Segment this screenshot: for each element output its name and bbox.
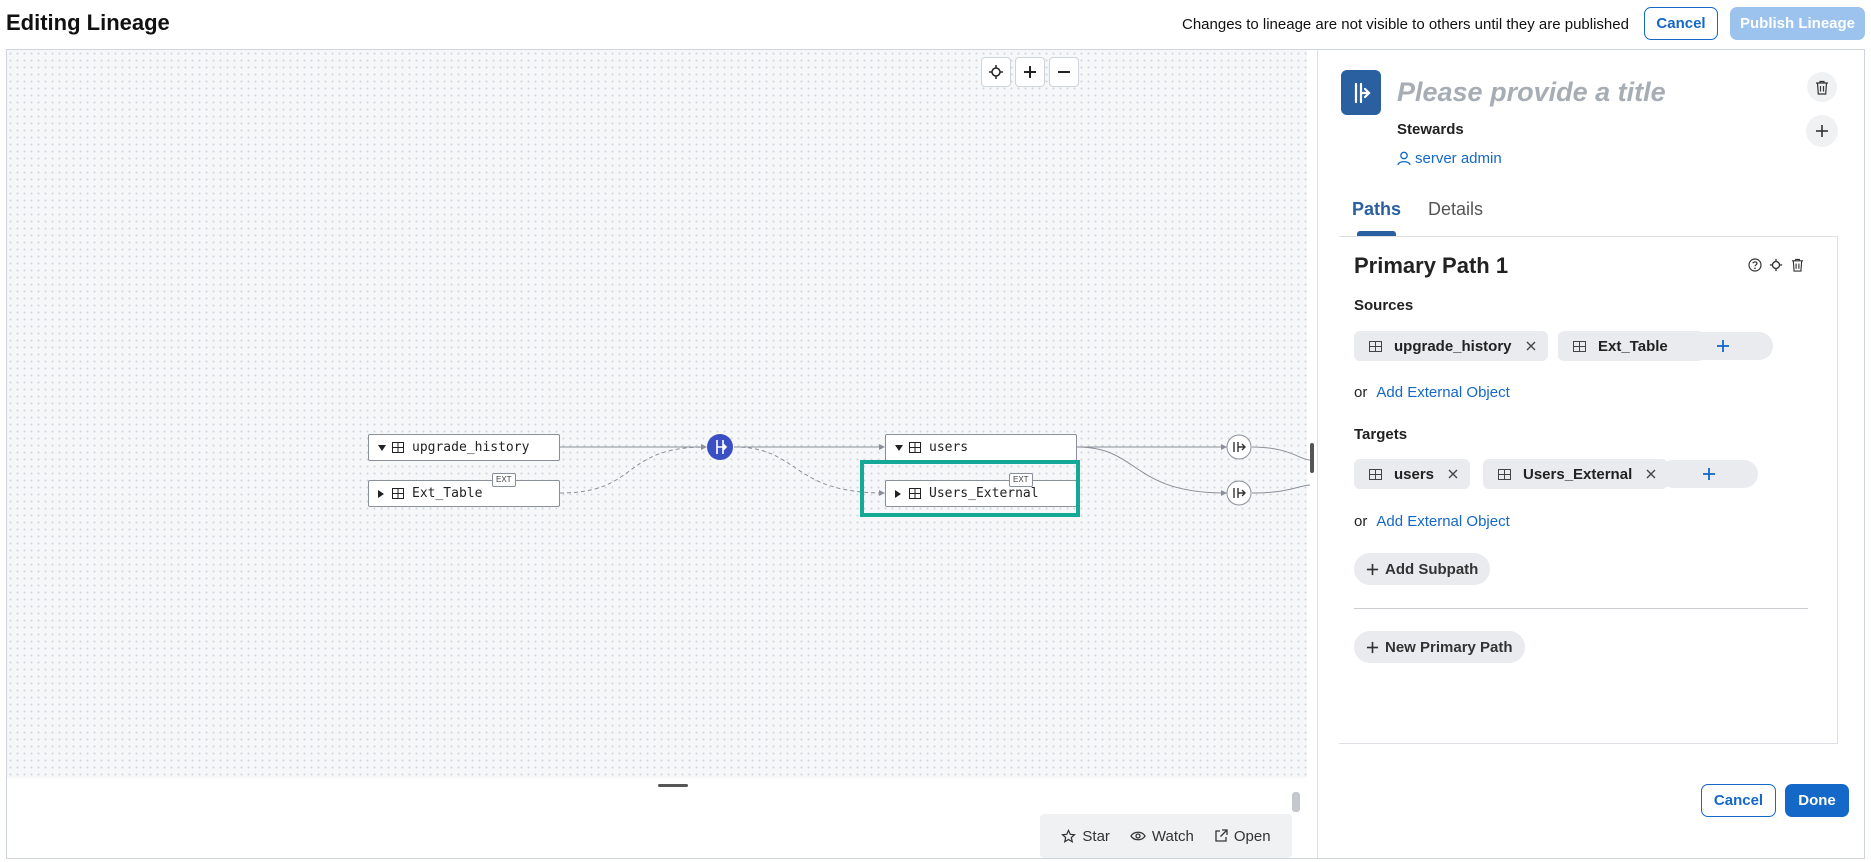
unpublished-note: Changes to lineage are not visible to ot… [1182, 16, 1629, 33]
done-button[interactable]: Done [1785, 784, 1849, 817]
zoom-out-button[interactable] [1049, 57, 1079, 87]
recenter-button[interactable] [981, 57, 1011, 87]
trash-icon [1816, 80, 1828, 95]
node-users[interactable]: users [885, 434, 1077, 461]
new-primary-path-label: New Primary Path [1385, 638, 1513, 656]
star-button[interactable]: Star [1061, 828, 1110, 845]
add-external-target-link[interactable]: Add External Object [1376, 513, 1509, 530]
steward-name: server admin [1415, 150, 1502, 167]
watch-label: Watch [1151, 827, 1194, 845]
source-chip-upgrade-history: upgrade_history [1354, 331, 1548, 361]
eye-icon [1130, 831, 1146, 841]
table-icon [392, 488, 404, 499]
header-cancel-button[interactable]: Cancel [1644, 7, 1718, 40]
table-icon [909, 442, 921, 453]
node-label: users [929, 440, 969, 455]
panel-resize-grip[interactable] [1310, 443, 1314, 473]
node-label: upgrade_history [412, 440, 530, 455]
open-button[interactable]: Open [1214, 828, 1271, 845]
action-bar: Star Watch Open [1040, 814, 1292, 858]
table-icon [1369, 340, 1382, 352]
add-steward-button[interactable] [1806, 115, 1838, 147]
tab-details[interactable]: Details [1428, 199, 1483, 220]
primary-path-card [1339, 236, 1838, 744]
plus-icon [1717, 340, 1729, 352]
star-label: Star [1082, 827, 1110, 845]
plus-icon [1702, 468, 1715, 480]
or-label: or [1354, 513, 1368, 530]
publish-lineage-button[interactable]: Publish Lineage [1730, 7, 1865, 40]
ext-badge: EXT [492, 473, 516, 487]
selection-highlight [860, 460, 1080, 517]
plus-icon [1366, 563, 1379, 575]
add-external-source-link[interactable]: Add External Object [1376, 384, 1509, 401]
target-chip-users-external: Users_External [1483, 459, 1669, 489]
path-divider [1354, 608, 1808, 609]
user-icon [1397, 151, 1411, 166]
stewards-label: Stewards [1397, 121, 1464, 138]
resize-handle[interactable] [658, 784, 688, 787]
panel-cancel-button[interactable]: Cancel [1701, 784, 1776, 817]
page-title: Editing Lineage [6, 10, 170, 35]
chip-label: upgrade_history [1394, 337, 1512, 355]
add-subpath-button[interactable]: Add Subpath [1354, 553, 1491, 585]
delete-lineage-button[interactable] [1807, 72, 1837, 102]
target-chip-users: users [1354, 459, 1471, 489]
targets-label: Targets [1354, 426, 1408, 443]
lineage-type-icon [1341, 70, 1381, 115]
table-icon [392, 442, 404, 453]
node-upgrade-history[interactable]: upgrade_history [368, 434, 560, 461]
add-source-button[interactable] [1673, 332, 1773, 360]
lineage-title-input[interactable] [1397, 74, 1777, 110]
remove-icon[interactable] [1526, 341, 1536, 351]
node-ext-table[interactable]: Ext_Table EXT [368, 473, 560, 507]
plus-icon [1816, 125, 1828, 137]
chip-label: users [1394, 465, 1435, 483]
lineage-canvas[interactable] [7, 50, 1307, 778]
table-icon [1498, 468, 1511, 480]
add-external-source-row: or Add External Object [1354, 384, 1510, 401]
minus-icon [1058, 71, 1070, 73]
add-subpath-label: Add Subpath [1385, 560, 1479, 578]
path-title: Primary Path 1 [1354, 253, 1509, 278]
panel-divider [1317, 50, 1318, 858]
steward-user-link[interactable]: server admin [1397, 150, 1502, 167]
help-icon[interactable] [1747, 257, 1763, 273]
remove-icon[interactable] [1448, 469, 1458, 479]
zoom-in-button[interactable] [1015, 57, 1045, 87]
add-target-button[interactable] [1659, 460, 1758, 488]
tab-paths[interactable]: Paths [1352, 199, 1401, 220]
sources-label: Sources [1354, 297, 1414, 314]
crosshair-icon[interactable] [1768, 257, 1784, 273]
open-label: Open [1233, 827, 1271, 845]
add-external-target-row: or Add External Object [1354, 513, 1510, 530]
trash-icon[interactable] [1789, 257, 1805, 273]
caret-down-icon[interactable] [378, 444, 386, 451]
remove-icon[interactable] [1646, 469, 1656, 479]
scrollbar-thumb[interactable] [1292, 792, 1300, 812]
new-primary-path-button[interactable]: New Primary Path [1354, 631, 1525, 663]
caret-right-icon[interactable] [378, 489, 386, 498]
chip-label: Users_External [1523, 465, 1633, 483]
or-label: or [1354, 384, 1368, 401]
crosshair-icon [989, 65, 1003, 79]
caret-down-icon[interactable] [895, 444, 903, 451]
watch-button[interactable]: Watch [1130, 828, 1194, 845]
chip-label: Ext_Table [1598, 337, 1668, 355]
plus-icon [1024, 66, 1036, 78]
star-icon [1061, 828, 1077, 843]
node-label: Ext_Table [412, 486, 483, 501]
table-icon [1573, 340, 1586, 352]
external-link-icon [1215, 829, 1228, 842]
table-icon [1369, 468, 1382, 480]
plus-icon [1366, 641, 1379, 653]
